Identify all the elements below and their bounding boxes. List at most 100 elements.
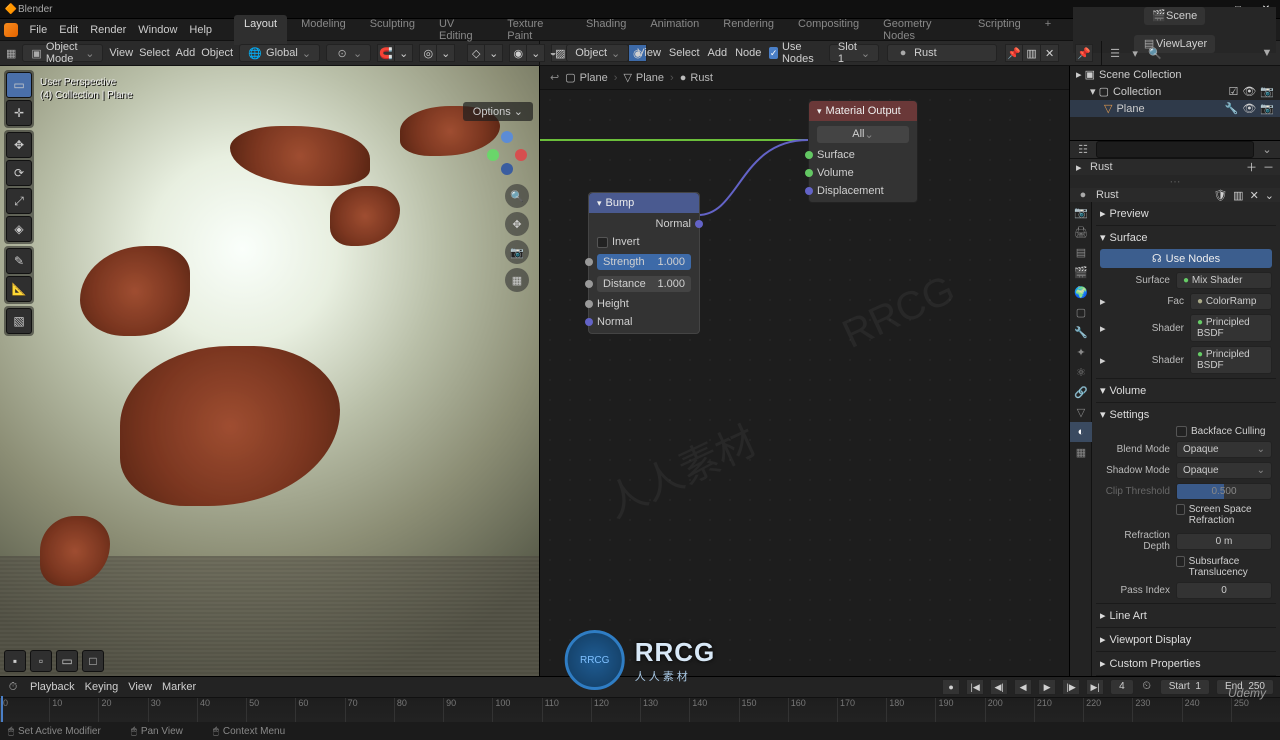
surface-value[interactable]: ● Mix Shader: [1176, 272, 1272, 289]
unlink-material-button[interactable]: ✕: [1041, 44, 1059, 62]
remove-material-slot-button[interactable]: －: [1263, 159, 1274, 175]
material-picker[interactable]: ●Rust: [887, 44, 997, 62]
new-mat-button[interactable]: ▥: [1233, 189, 1243, 202]
section-volume[interactable]: ▾Volume: [1096, 381, 1276, 400]
menu-view-shader[interactable]: View: [637, 47, 661, 59]
menu-edit[interactable]: Edit: [59, 24, 78, 36]
mat-menu-button[interactable]: ⌄: [1265, 189, 1274, 202]
material-sphere-icon[interactable]: ●: [1076, 188, 1090, 202]
keyframe-next-button[interactable]: |▶: [1062, 679, 1080, 695]
transform-orientation-dropdown[interactable]: 🌐Global⌄: [239, 44, 320, 62]
new-material-button[interactable]: ▥: [1023, 44, 1041, 62]
shader2-value[interactable]: ● Principled BSDF: [1190, 346, 1272, 374]
menu-object[interactable]: Object: [201, 47, 233, 59]
pivot-dropdown[interactable]: ⊙⌄: [326, 44, 371, 62]
sss-checkbox[interactable]: [1176, 556, 1185, 567]
material-list-item[interactable]: Rust: [1090, 161, 1240, 173]
tab-add[interactable]: +: [1035, 15, 1061, 45]
clock-icon[interactable]: ⏲: [1140, 679, 1154, 693]
menu-node-shader[interactable]: Node: [735, 47, 761, 59]
zoom-icon[interactable]: 🔍: [505, 184, 529, 208]
menu-window[interactable]: Window: [138, 24, 177, 36]
gizmo-icon[interactable]: ◇: [467, 44, 485, 62]
overlays-icon[interactable]: ◉: [509, 44, 527, 62]
menu-marker[interactable]: Marker: [162, 681, 196, 693]
tab-rendering[interactable]: Rendering: [713, 15, 784, 45]
search-icon[interactable]: 🔍: [1148, 46, 1162, 60]
jump-start-button[interactable]: |◀: [966, 679, 984, 695]
section-settings[interactable]: ▾Settings: [1096, 405, 1276, 424]
3d-viewport[interactable]: User Perspective (4) Collection | Plane …: [0, 66, 540, 676]
material-slot-dropdown[interactable]: Slot 1⌄: [829, 44, 879, 62]
tab-shading[interactable]: Shading: [576, 15, 636, 45]
start-frame-field[interactable]: Start 1: [1160, 679, 1210, 695]
tab-data-props[interactable]: ▽: [1070, 402, 1092, 422]
clip-threshold[interactable]: 0.500: [1176, 483, 1272, 500]
proportional-edit-toggle[interactable]: ◎⌄: [419, 44, 455, 62]
menu-playback[interactable]: Playback: [30, 681, 75, 693]
socket-volume[interactable]: Volume: [817, 167, 854, 179]
header-options-dropdown[interactable]: Options ⌄: [463, 102, 533, 121]
tab-compositing[interactable]: Compositing: [788, 15, 869, 45]
current-frame-field[interactable]: 4: [1110, 679, 1134, 695]
outliner-scene-collection[interactable]: ▸ ▣Scene Collection: [1070, 66, 1280, 83]
ssr-checkbox[interactable]: [1176, 504, 1185, 515]
properties-search[interactable]: [1096, 141, 1254, 158]
menu-file[interactable]: File: [30, 24, 48, 36]
select-mode-icon-4[interactable]: □: [82, 650, 104, 672]
shadow-mode[interactable]: Opaque ⌄: [1176, 462, 1272, 479]
node-bump[interactable]: ▾Bump Normal Invert Strength1.000 Distan…: [588, 192, 700, 334]
use-nodes-toggle[interactable]: ✓Use Nodes: [769, 41, 821, 65]
proportional-icon[interactable]: ◎: [419, 44, 437, 62]
shader-node-editor[interactable]: ↩ ▢Plane › ▽Plane › ●Rust ▾Bump Normal: [540, 66, 1070, 676]
add-material-slot-button[interactable]: ＋: [1246, 159, 1257, 175]
pin-material-button[interactable]: 📌: [1005, 44, 1023, 62]
timeline-track[interactable]: 0102030405060708090100110120130140150160…: [0, 697, 1280, 722]
dropdown-icon[interactable]: ⌄: [1260, 143, 1274, 157]
tab-texture-props[interactable]: ▦: [1070, 442, 1092, 462]
menu-view-timeline[interactable]: View: [128, 681, 152, 693]
camera-icon[interactable]: 📷: [505, 240, 529, 264]
tool-annotate[interactable]: ✎: [6, 248, 32, 274]
tab-texture-paint[interactable]: Texture Paint: [497, 15, 572, 45]
outliner-editor-icon[interactable]: ☰: [1108, 46, 1122, 60]
tab-uv-editing[interactable]: UV Editing: [429, 15, 493, 45]
section-viewport-display[interactable]: ▸Viewport Display: [1096, 630, 1276, 649]
tab-render-props[interactable]: 📷: [1070, 202, 1092, 222]
tab-layout[interactable]: Layout: [234, 15, 287, 45]
select-mode-icon-1[interactable]: ▪: [4, 650, 26, 672]
render-icon[interactable]: 📷: [1260, 85, 1274, 98]
eye-icon[interactable]: 👁: [1242, 85, 1256, 98]
tool-add-primitive[interactable]: ▧: [6, 308, 32, 334]
socket-normal-in[interactable]: Normal: [597, 316, 632, 328]
fake-user-button[interactable]: 🛡: [1213, 189, 1227, 202]
tab-world-props[interactable]: 🌍: [1070, 282, 1092, 302]
fac-value[interactable]: ● ColorRamp: [1190, 293, 1272, 310]
invert-checkbox[interactable]: [597, 237, 608, 248]
tool-scale[interactable]: ⤢: [6, 188, 32, 214]
editor-type-shader-icon[interactable]: ◒: [548, 46, 558, 60]
tool-cursor[interactable]: ✛: [6, 100, 32, 126]
pan-icon[interactable]: ✥: [505, 212, 529, 236]
render-icon[interactable]: 📷: [1260, 102, 1274, 115]
scene-selector[interactable]: 🎬Scene: [1144, 7, 1205, 25]
tool-move[interactable]: ✥: [6, 132, 32, 158]
menu-select[interactable]: Select: [139, 47, 170, 59]
outliner-plane[interactable]: ▽Plane 🔧👁📷: [1070, 100, 1280, 117]
snap-toggle[interactable]: 🧲⌄: [377, 44, 413, 62]
refraction-depth[interactable]: 0 m: [1176, 533, 1272, 550]
menu-render[interactable]: Render: [90, 24, 126, 36]
properties-panel[interactable]: ▸Preview ▾Surface ☊Use Nodes Surface● Mi…: [1092, 202, 1280, 676]
filter-icon[interactable]: ▼: [1260, 46, 1274, 60]
autokey-button[interactable]: ●: [942, 679, 960, 695]
editor-type-3d-icon[interactable]: ▦: [6, 46, 16, 60]
menu-add[interactable]: Add: [176, 47, 196, 59]
tab-scripting[interactable]: Scripting: [968, 15, 1031, 45]
keyframe-prev-button[interactable]: ◀|: [990, 679, 1008, 695]
tab-output-props[interactable]: 🖨: [1070, 222, 1092, 242]
section-surface[interactable]: ▾Surface: [1096, 228, 1276, 247]
socket-height[interactable]: Height: [597, 298, 629, 310]
interaction-mode-dropdown[interactable]: ▣ Object Mode⌄: [22, 44, 103, 62]
backface-checkbox[interactable]: [1176, 426, 1187, 437]
use-nodes-button[interactable]: ☊Use Nodes: [1100, 249, 1272, 268]
